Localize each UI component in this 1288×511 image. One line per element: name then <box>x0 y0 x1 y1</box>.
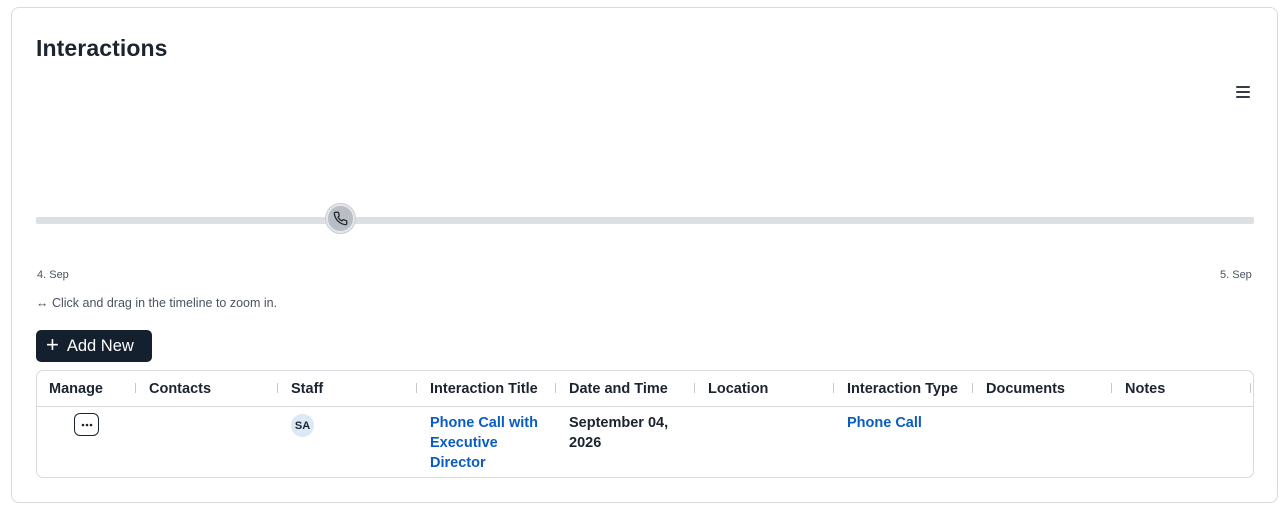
column-header-documents[interactable]: Documents <box>986 381 1065 397</box>
column-resizer[interactable] <box>555 383 556 393</box>
add-new-button[interactable]: + Add New <box>36 330 152 362</box>
column-header-date-time[interactable]: Date and Time <box>569 381 668 397</box>
row-actions-button[interactable] <box>74 413 99 436</box>
hamburger-icon <box>1236 86 1250 88</box>
plus-icon: + <box>46 332 59 357</box>
column-header-notes[interactable]: Notes <box>1125 381 1165 397</box>
timeline-zoom-hint: ↔ Click and drag in the timeline to zoom… <box>36 296 278 310</box>
interaction-type-link[interactable]: Phone Call <box>847 413 922 433</box>
column-resizer[interactable] <box>135 383 136 393</box>
staff-avatar[interactable]: SA <box>291 414 314 437</box>
interaction-date: September 04, 2026 <box>569 415 669 451</box>
table-header: Manage Contacts Staff Interaction Title … <box>37 371 1253 407</box>
interaction-title-link[interactable]: Phone Call with Executive Director <box>430 413 538 473</box>
interactions-table: Manage Contacts Staff Interaction Title … <box>36 370 1254 478</box>
interactions-panel: Interactions 4. Sep 5. Sep ↔ Click and d… <box>11 7 1278 503</box>
column-header-staff[interactable]: Staff <box>291 381 323 397</box>
timeline-track[interactable] <box>36 217 1254 224</box>
timeline-start-label: 4. Sep <box>37 269 69 281</box>
column-header-manage[interactable]: Manage <box>49 381 103 397</box>
column-header-interaction-title[interactable]: Interaction Title <box>430 381 538 397</box>
panel-title: Interactions <box>36 35 168 61</box>
column-resizer[interactable] <box>833 383 834 393</box>
column-resizer[interactable] <box>416 383 417 393</box>
column-header-location[interactable]: Location <box>708 381 768 397</box>
ellipsis-icon <box>81 423 92 426</box>
column-resizer[interactable] <box>277 383 278 393</box>
column-resizer[interactable] <box>1250 383 1251 393</box>
column-header-contacts[interactable]: Contacts <box>149 381 211 397</box>
column-header-interaction-type[interactable]: Interaction Type <box>847 381 958 397</box>
chart-menu-button[interactable] <box>1234 83 1252 101</box>
phone-icon <box>333 211 348 226</box>
timeline-end-label: 5. Sep <box>1220 269 1252 281</box>
column-resizer[interactable] <box>1111 383 1112 393</box>
column-resizer[interactable] <box>972 383 973 393</box>
timeline-event-marker[interactable] <box>326 204 355 233</box>
column-resizer[interactable] <box>694 383 695 393</box>
add-new-label: Add New <box>66 336 134 355</box>
